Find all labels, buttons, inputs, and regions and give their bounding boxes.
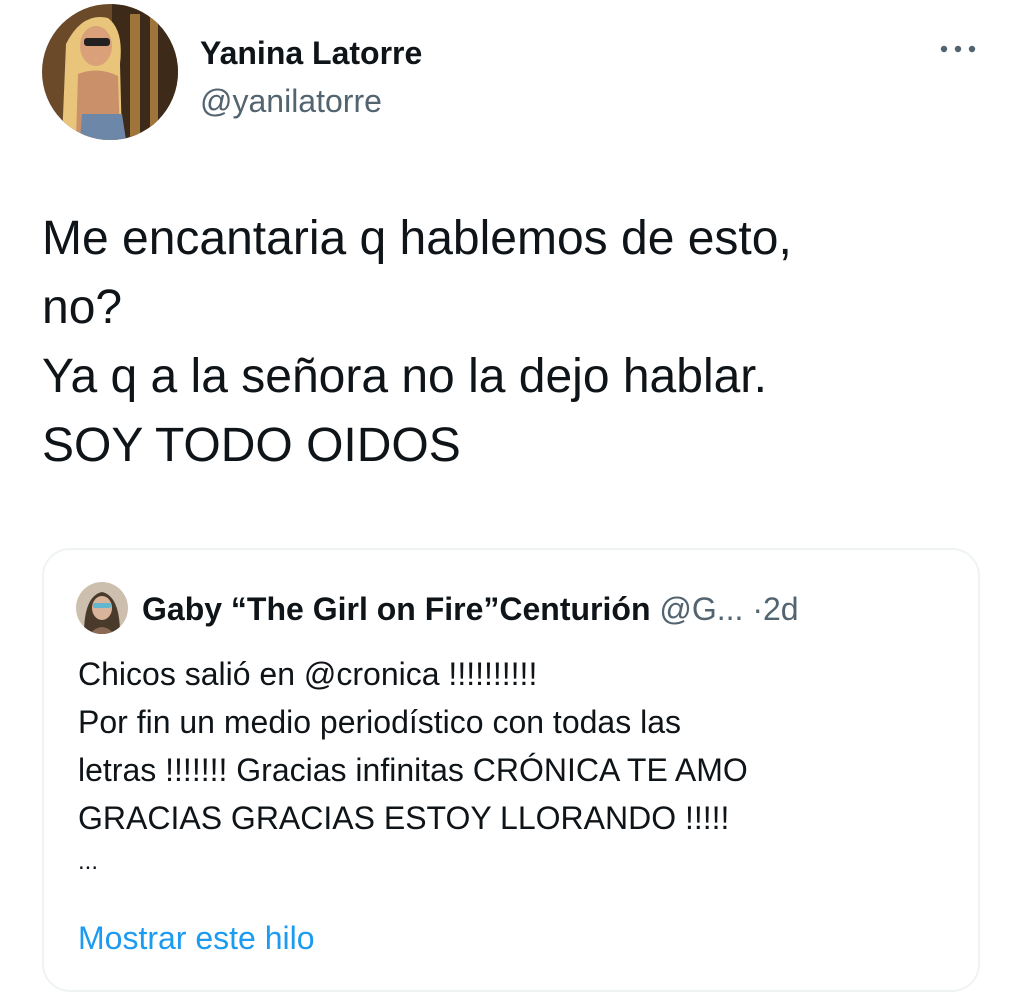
author-handle[interactable]: @yanilatorre bbox=[200, 81, 382, 121]
quoted-tweet-text: Chicos salió en @cronica !!!!!!!!!! Por … bbox=[78, 650, 958, 882]
quoted-author-avatar-image bbox=[76, 582, 128, 634]
quoted-author-handle[interactable]: @G... bbox=[659, 591, 743, 627]
tweet-text-line: Ya q a la señora no la dejo hablar. bbox=[42, 350, 767, 403]
tweet-text: Me encantaria q hablemos de esto, no? Ya… bbox=[42, 204, 972, 480]
quoted-tweet-header: Gaby “The Girl on Fire”Centurión @G... ·… bbox=[142, 588, 799, 630]
quoted-author-avatar[interactable] bbox=[76, 582, 128, 634]
header-separator: · bbox=[752, 591, 763, 627]
quoted-tweet-card[interactable]: Gaby “The Girl on Fire”Centurión @G... ·… bbox=[42, 548, 980, 992]
quoted-text-ellipsis: ... bbox=[78, 848, 99, 875]
quoted-text-line: Por fin un medio periodístico con todas … bbox=[78, 704, 681, 740]
quoted-text-line: letras !!!!!!! Gracias infinitas CRÓNICA… bbox=[78, 752, 748, 788]
author-name[interactable]: Yanina Latorre bbox=[200, 33, 422, 73]
tweet-text-line: Me encantaria q hablemos de esto, bbox=[42, 212, 792, 265]
quoted-text-line: GRACIAS GRACIAS ESTOY LLORANDO !!!!! bbox=[78, 800, 730, 836]
quoted-tweet-time[interactable]: 2d bbox=[763, 591, 799, 627]
show-thread-link[interactable]: Mostrar este hilo bbox=[78, 916, 315, 960]
author-avatar[interactable] bbox=[42, 4, 178, 140]
quoted-text-line: Chicos salió en @cronica !!!!!!!!!! bbox=[78, 656, 538, 692]
author-avatar-image bbox=[42, 4, 178, 140]
quoted-author-name[interactable]: Gaby “The Girl on Fire”Centurión bbox=[142, 591, 650, 627]
more-horizontal-icon bbox=[940, 45, 976, 53]
more-options-button[interactable] bbox=[936, 36, 980, 62]
tweet-text-line: no? bbox=[42, 281, 123, 334]
tweet-text-line: SOY TODO OIDOS bbox=[42, 419, 461, 472]
